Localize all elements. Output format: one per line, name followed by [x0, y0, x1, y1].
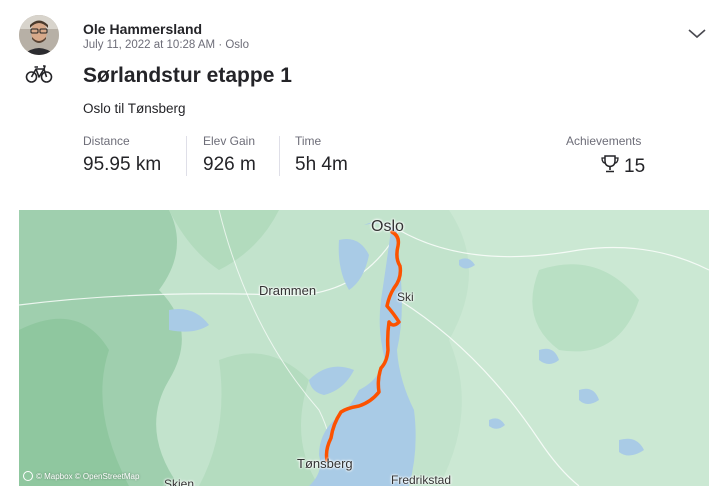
map-attribution[interactable]: © Mapbox © OpenStreetMap: [23, 471, 139, 481]
achievements-count: 15: [624, 156, 646, 177]
achievements-label: Achievements: [566, 134, 642, 148]
stat-divider: [279, 136, 280, 176]
stat-distance: Distance 95.95 km: [83, 134, 161, 176]
route-map[interactable]: Oslo Ski Drammen Tønsberg Fredrikstad Sk…: [19, 210, 709, 486]
stat-time: Time 5h 4m: [295, 134, 348, 176]
place-fredrikstad: Fredrikstad: [391, 473, 452, 486]
activity-title[interactable]: Sørlandstur etappe 1: [83, 64, 292, 88]
place-skien: Skien: [164, 477, 195, 486]
stat-value: 5h 4m: [295, 154, 348, 175]
mapbox-logo-icon: [23, 471, 33, 481]
stat-value: 95.95 km: [83, 154, 162, 175]
athlete-avatar[interactable]: [19, 15, 59, 55]
activity-description: Oslo til Tønsberg: [83, 101, 186, 116]
stat-label: Elev Gain: [203, 134, 256, 148]
place-drammen: Drammen: [259, 283, 317, 298]
bike-icon: [25, 64, 53, 84]
athlete-name[interactable]: Ole Hammersland: [83, 21, 202, 37]
chevron-down-icon[interactable]: [686, 25, 708, 41]
stat-label: Distance: [83, 134, 130, 148]
achievements[interactable]: Achievements 15: [566, 134, 645, 180]
attribution-text: © Mapbox © OpenStreetMap: [36, 471, 140, 481]
place-ski: Ski: [397, 290, 414, 304]
stat-value: 926 m: [203, 154, 256, 175]
stat-divider: [186, 136, 187, 176]
stat-label: Time: [295, 134, 322, 148]
trophy-icon: [600, 154, 620, 180]
place-tonsberg: Tønsberg: [297, 456, 353, 471]
place-oslo: Oslo: [371, 218, 404, 235]
activity-date-location: July 11, 2022 at 10:28 AM · Oslo: [83, 39, 249, 51]
stat-elev-gain: Elev Gain 926 m: [203, 134, 256, 176]
